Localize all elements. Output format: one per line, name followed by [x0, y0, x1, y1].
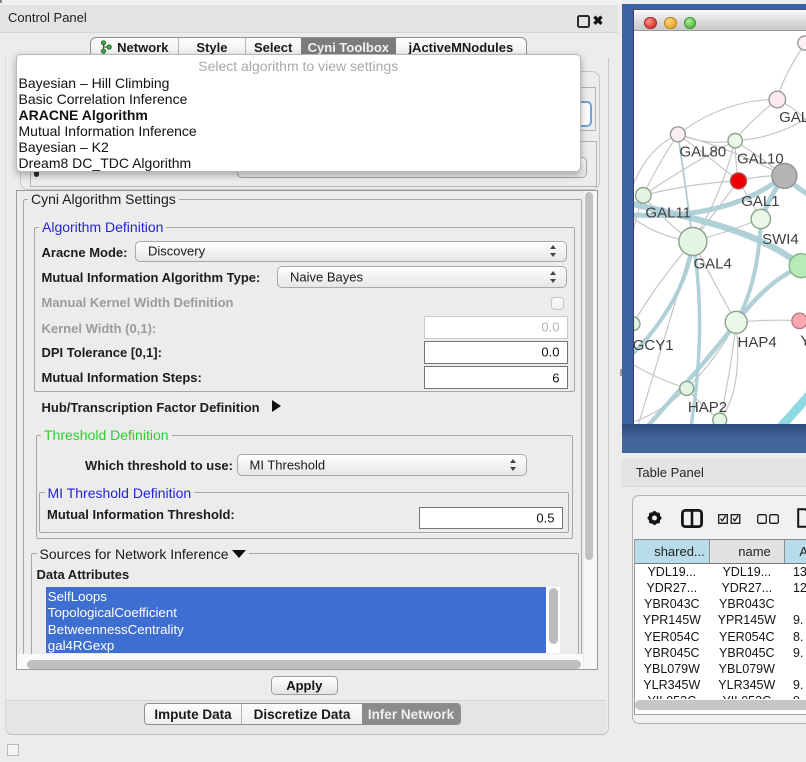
- svg-text:Y: Y: [800, 333, 806, 350]
- svg-text:GAL80: GAL80: [680, 144, 727, 161]
- svg-text:GCY1: GCY1: [634, 337, 674, 354]
- svg-text:SWI4: SWI4: [762, 231, 799, 248]
- svg-text:GAL2: GAL2: [779, 109, 806, 126]
- svg-text:GAL1: GAL1: [741, 193, 779, 210]
- svg-text:GAL4: GAL4: [694, 256, 732, 273]
- svg-text:GAL10: GAL10: [737, 151, 784, 168]
- svg-text:GAL11: GAL11: [645, 205, 691, 222]
- svg-text:HAP4: HAP4: [738, 334, 777, 351]
- svg-text:HAP2: HAP2: [688, 399, 727, 416]
